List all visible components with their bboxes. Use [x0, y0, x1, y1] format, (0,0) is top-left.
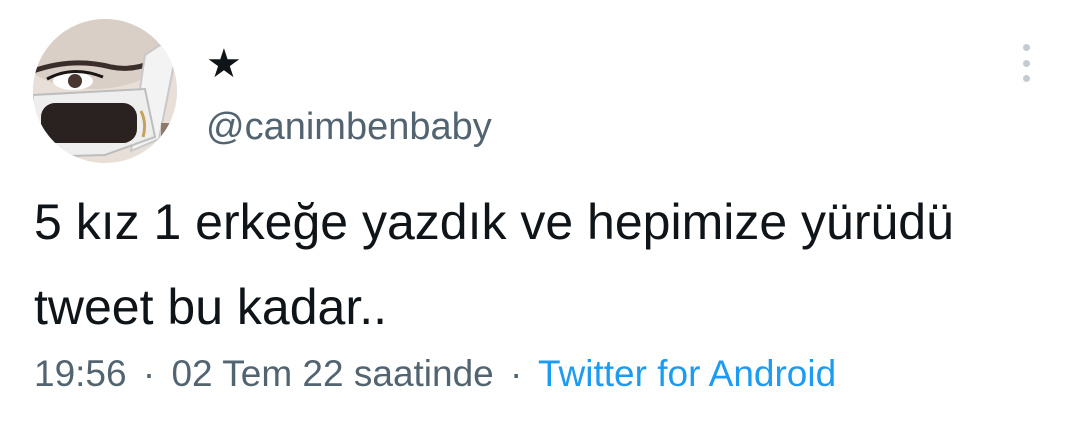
more-dot — [1022, 44, 1030, 51]
display-name[interactable]: ★ — [206, 40, 242, 88]
tweet-text: 5 kız 1 erkeğe yazdık ve hepimize yürüdü… — [34, 194, 954, 335]
avatar[interactable] — [33, 19, 177, 163]
tweet-time[interactable]: 19:56 — [34, 353, 127, 394]
tweet-meta: 19:56 · 02 Tem 22 saatinde · Twitter for… — [34, 351, 836, 397]
tweet-source-link[interactable]: Twitter for Android — [538, 353, 836, 394]
meta-separator: · — [510, 353, 523, 394]
tweet-date[interactable]: 02 Tem 22 saatinde — [171, 353, 493, 394]
more-dot — [1022, 75, 1030, 82]
user-handle[interactable]: @canimbenbaby — [206, 104, 492, 150]
more-vertical-icon[interactable] — [1012, 40, 1040, 86]
more-dot — [1022, 59, 1030, 67]
tweet: ★ @canimbenbaby 5 kız 1 erkeğe yazdık ve… — [0, 0, 1080, 429]
meta-separator: · — [142, 353, 156, 394]
avatar-image — [33, 19, 177, 163]
